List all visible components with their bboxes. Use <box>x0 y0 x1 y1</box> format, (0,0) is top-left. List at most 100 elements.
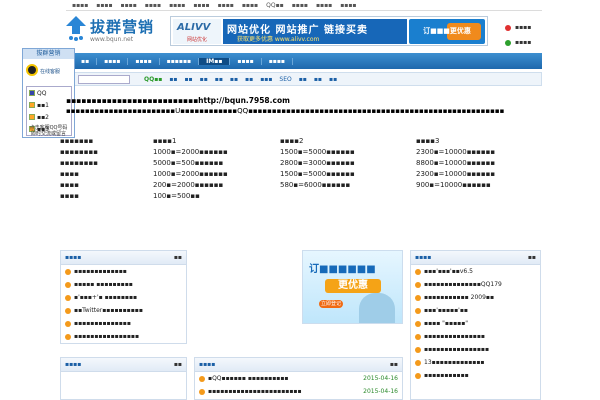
price-cell: 1000▪=2000▪▪▪▪▪▪ <box>153 148 228 156</box>
subnav-tag[interactable]: ▪▪ <box>329 76 337 83</box>
list-item[interactable]: ▪'▪▪▪+'▪ ▪▪▪▪▪▪▪▪ <box>61 291 186 304</box>
box-title[interactable]: ▪▪▪▪ <box>199 361 215 368</box>
bullet-icon <box>415 359 421 366</box>
more-link[interactable]: ▪▪ <box>390 361 398 368</box>
top-link[interactable]: ▪▪▪▪ <box>193 2 209 9</box>
nav-item[interactable]: ▪▪▪▪ <box>262 57 293 65</box>
subnav-tag[interactable]: ▪▪ <box>230 76 238 83</box>
subnav-tag[interactable]: ▪▪ <box>215 76 223 83</box>
status-item[interactable]: ▪▪▪▪ <box>505 35 531 50</box>
list-item[interactable]: ▪▪▪▪▪▪▪▪▪▪▪▪▪▪▪ <box>411 330 540 343</box>
top-link[interactable]: ▪▪▪▪ <box>292 2 308 9</box>
list-item[interactable]: ▪▪▪▪▪▪▪▪▪▪▪▪▪▪▪▪ <box>411 343 540 356</box>
more-link[interactable]: ▪▪ <box>174 361 182 368</box>
widget-contact[interactable]: ▪▪2 <box>27 111 71 123</box>
bullet-icon <box>65 307 71 314</box>
top-link[interactable]: ▪▪▪▪ <box>121 2 137 9</box>
widget-online-label[interactable]: 在线客服 <box>40 68 60 75</box>
box-title[interactable]: ▪▪▪▪ <box>65 361 81 368</box>
widget-group[interactable]: QQ <box>27 87 71 99</box>
nav-item[interactable]: ▪▪▪▪ <box>97 57 129 65</box>
bullet-icon <box>65 281 71 288</box>
status-green-dot-icon <box>505 39 511 46</box>
top-link[interactable]: QQ▪▪ <box>266 2 284 9</box>
bullet-icon <box>415 294 421 301</box>
widget-contact[interactable]: ▪▪1 <box>27 99 71 111</box>
promo-ad[interactable]: 订■■■■■■ 更优惠 立即登记 <box>302 250 403 324</box>
more-link[interactable]: ▪▪ <box>174 254 182 261</box>
price-cell: ▪▪▪▪3 <box>416 137 440 145</box>
list-item[interactable]: 13▪▪▪▪▪▪▪▪▪▪▪▪▪ <box>411 356 540 369</box>
list-item-text: ▪▪▪▪▪▪▪▪▪▪▪▪▪▪QQ179 <box>424 281 502 288</box>
more-link[interactable]: ▪▪ <box>528 254 536 261</box>
news-list: ▪▪▪▪▪▪▪▪▪▪▪▪▪ ▪▪▪▪▪ ▪▪▪▪▪▪▪▪▪ ▪'▪▪▪+'▪ ▪… <box>61 265 186 343</box>
bullet-icon <box>415 346 421 353</box>
list-item[interactable]: ▪▪▪'▪▪▪▪▪'▪▪ <box>411 304 540 317</box>
left-news-box: ▪▪▪▪ ▪▪ ▪▪▪▪▪▪▪▪▪▪▪▪▪ ▪▪▪▪▪ ▪▪▪▪▪▪▪▪▪ ▪'▪… <box>60 250 187 344</box>
price-cell: ▪▪▪▪▪▪▪ <box>60 137 94 145</box>
widget-contact-label: ▪▪2 <box>37 113 49 121</box>
list-item[interactable]: ▪▪▪▪▪▪▪▪▪▪▪▪▪▪▪▪ <box>61 330 186 343</box>
subnav-tag[interactable]: ▪▪ <box>184 76 192 83</box>
status-item[interactable]: ▪▪▪▪ <box>505 20 531 35</box>
subnav-tag[interactable]: ▪▪ <box>299 76 307 83</box>
subnav-tag[interactable]: ▪▪ <box>169 76 177 83</box>
subnav-tag[interactable]: ▪▪ <box>200 76 208 83</box>
list-item[interactable]: ▪▪▪▪ "▪▪▪▪▪" <box>411 317 540 330</box>
status-panel: ▪▪▪▪ ▪▪▪▪ <box>505 20 531 50</box>
top-link[interactable]: ▪▪▪▪ <box>145 2 161 9</box>
box-title[interactable]: ▪▪▪▪ <box>65 254 81 261</box>
price-cell: ▪▪▪▪ <box>60 192 79 200</box>
subnav-tag[interactable]: ▪▪ <box>314 76 322 83</box>
list-item[interactable]: ▪▪▪▪▪▪▪▪▪▪▪▪▪▪QQ179 <box>411 278 540 291</box>
price-cell: ▪▪▪▪▪▪▪▪ <box>60 159 98 167</box>
folder-icon <box>29 90 35 96</box>
list-item[interactable]: ▪▪▪▪▪▪▪▪▪▪▪▪▪ <box>61 265 186 278</box>
left-news-box-2: ▪▪▪▪ ▪▪ <box>60 357 187 400</box>
top-link[interactable]: ▪▪▪▪ <box>340 2 356 9</box>
nav-item[interactable]: ▪▪▪▪ <box>230 57 262 65</box>
price-cell: 1000▪=2000▪▪▪▪▪▪ <box>153 170 228 178</box>
ad-register-button[interactable]: 立即登记 <box>319 300 343 308</box>
list-item[interactable]: ▪▪▪▪▪▪▪▪▪▪▪ 2009▪▪ <box>411 291 540 304</box>
box-title[interactable]: ▪▪▪▪ <box>415 254 431 261</box>
subnav-tag[interactable]: QQ▪▪ <box>144 76 162 83</box>
ad-person-image <box>359 293 395 323</box>
middle-news-box: ▪▪▪▪ ▪▪ ▪QQ▪▪▪▪▪▪ ▪▪▪▪▪▪▪▪▪▪ 2015-04-16 ▪▪… <box>194 357 403 400</box>
nav-item-home[interactable]: ▪▪ <box>74 57 98 65</box>
top-link[interactable]: ▪▪▪▪ <box>242 2 258 9</box>
list-item-text: ▪▪▪'▪▪▪▪▪'▪▪ <box>424 307 468 314</box>
banner-subline: 获取更多优惠 www.alivv.com <box>237 36 320 43</box>
nav-item[interactable]: ▪▪▪▪▪▪ <box>160 57 200 65</box>
subnav-tag[interactable]: ▪▪▪ <box>260 76 272 83</box>
list-item[interactable]: ▪▪▪▪▪▪▪▪▪▪▪ <box>411 369 540 382</box>
top-link[interactable]: ▪▪▪▪ <box>218 2 234 9</box>
nav-item[interactable]: ▪▪▪▪ <box>128 57 160 65</box>
nav-item-im[interactable]: IM▪▪ <box>199 57 231 65</box>
subnav-tag[interactable]: SEO <box>279 76 291 83</box>
price-cell: 580▪=6000▪▪▪▪▪▪ <box>280 181 351 189</box>
page-heading: ▪▪▪▪▪▪▪▪▪▪▪▪▪▪▪▪▪▪▪▪▪▪▪▪▪▪http://bqun.79… <box>66 96 290 105</box>
bullet-icon <box>415 281 421 288</box>
price-cell: ▪▪▪▪▪▪▪▪ <box>60 148 98 156</box>
subnav-tag[interactable]: ▪▪ <box>245 76 253 83</box>
widget-title: 拔群营销 <box>23 49 74 59</box>
top-banner-ad[interactable]: ALIVV 网站优化 网站优化 网站推广 链接买卖 获取更多优惠 www.ali… <box>170 16 488 46</box>
site-logo[interactable]: 拔群营销 www.bqun.net <box>66 14 158 46</box>
search-input[interactable] <box>78 74 130 84</box>
list-item[interactable]: ▪▪▪'▪▪▪'▪▪v6.5 <box>411 265 540 278</box>
price-cell: ▪▪▪▪ <box>60 181 79 189</box>
top-link[interactable]: ▪▪▪▪ <box>96 2 112 9</box>
top-link[interactable]: ▪▪▪▪ <box>316 2 332 9</box>
list-item[interactable]: ▪▪Twitter▪▪▪▪▪▪▪▪▪▪ <box>61 304 186 317</box>
list-item[interactable]: ▪▪▪▪▪▪▪▪▪▪▪▪▪▪ <box>61 317 186 330</box>
top-link[interactable]: ▪▪▪▪ <box>169 2 185 9</box>
list-item[interactable]: ▪QQ▪▪▪▪▪▪ ▪▪▪▪▪▪▪▪▪▪ 2015-04-16 <box>195 372 402 385</box>
qq-service-widget: 拔群营销 在线客服 QQ ▪▪1 ▪▪2 ▪▪3 点击客服QQ号码 即时交流或留… <box>22 48 75 138</box>
box-header: ▪▪▪▪ ▪▪ <box>195 358 402 372</box>
widget-footer: 点击客服QQ号码 即时交流或留言 <box>23 125 74 137</box>
top-link[interactable]: ▪▪▪▪ <box>72 2 88 9</box>
status-red-dot-icon <box>505 24 511 31</box>
list-item[interactable]: ▪▪▪▪▪▪▪▪▪▪▪▪▪▪▪▪▪▪▪▪▪▪▪ 2015-04-16 <box>195 385 402 398</box>
list-item[interactable]: ▪▪▪▪▪ ▪▪▪▪▪▪▪▪▪ <box>61 278 186 291</box>
